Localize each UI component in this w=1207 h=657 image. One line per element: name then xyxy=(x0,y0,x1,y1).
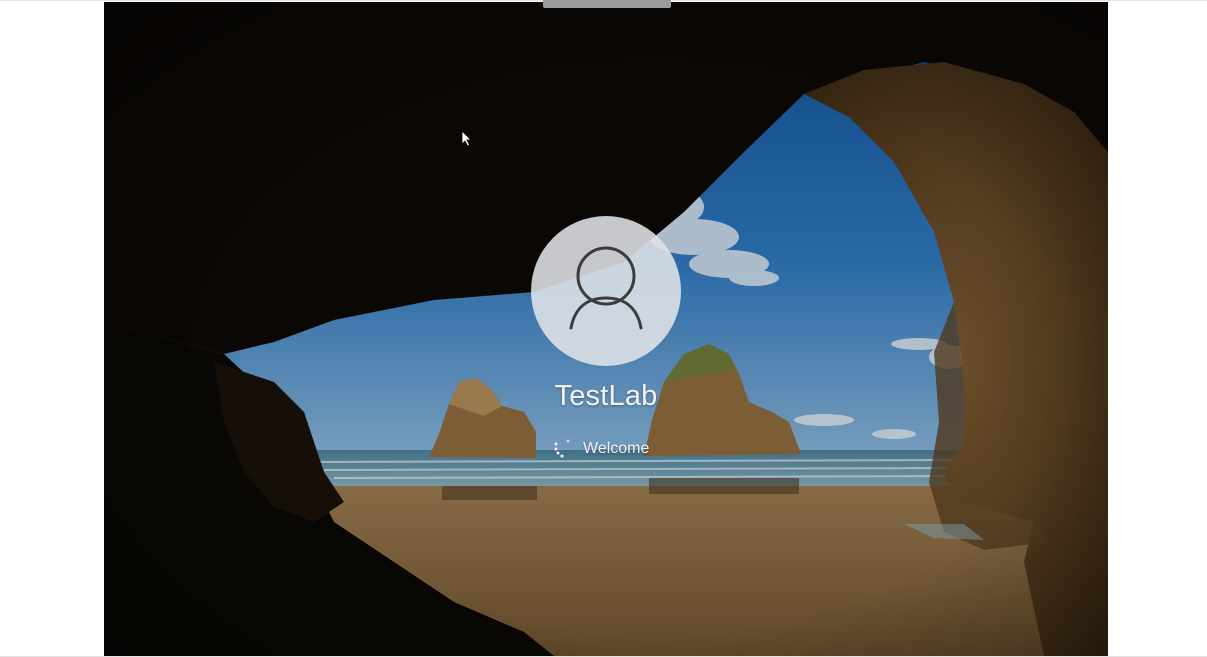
remote-session-bar[interactable] xyxy=(543,0,671,8)
user-avatar xyxy=(531,216,681,366)
mouse-pointer-icon xyxy=(461,130,472,147)
sign-in-status: Welcome xyxy=(553,438,649,460)
windows-lock-screen: TestLab Welcome xyxy=(104,2,1108,656)
user-silhouette-icon xyxy=(569,246,643,330)
status-text: Welcome xyxy=(583,440,650,457)
user-name: TestLab xyxy=(554,380,658,412)
loading-spinner-icon xyxy=(554,439,570,458)
